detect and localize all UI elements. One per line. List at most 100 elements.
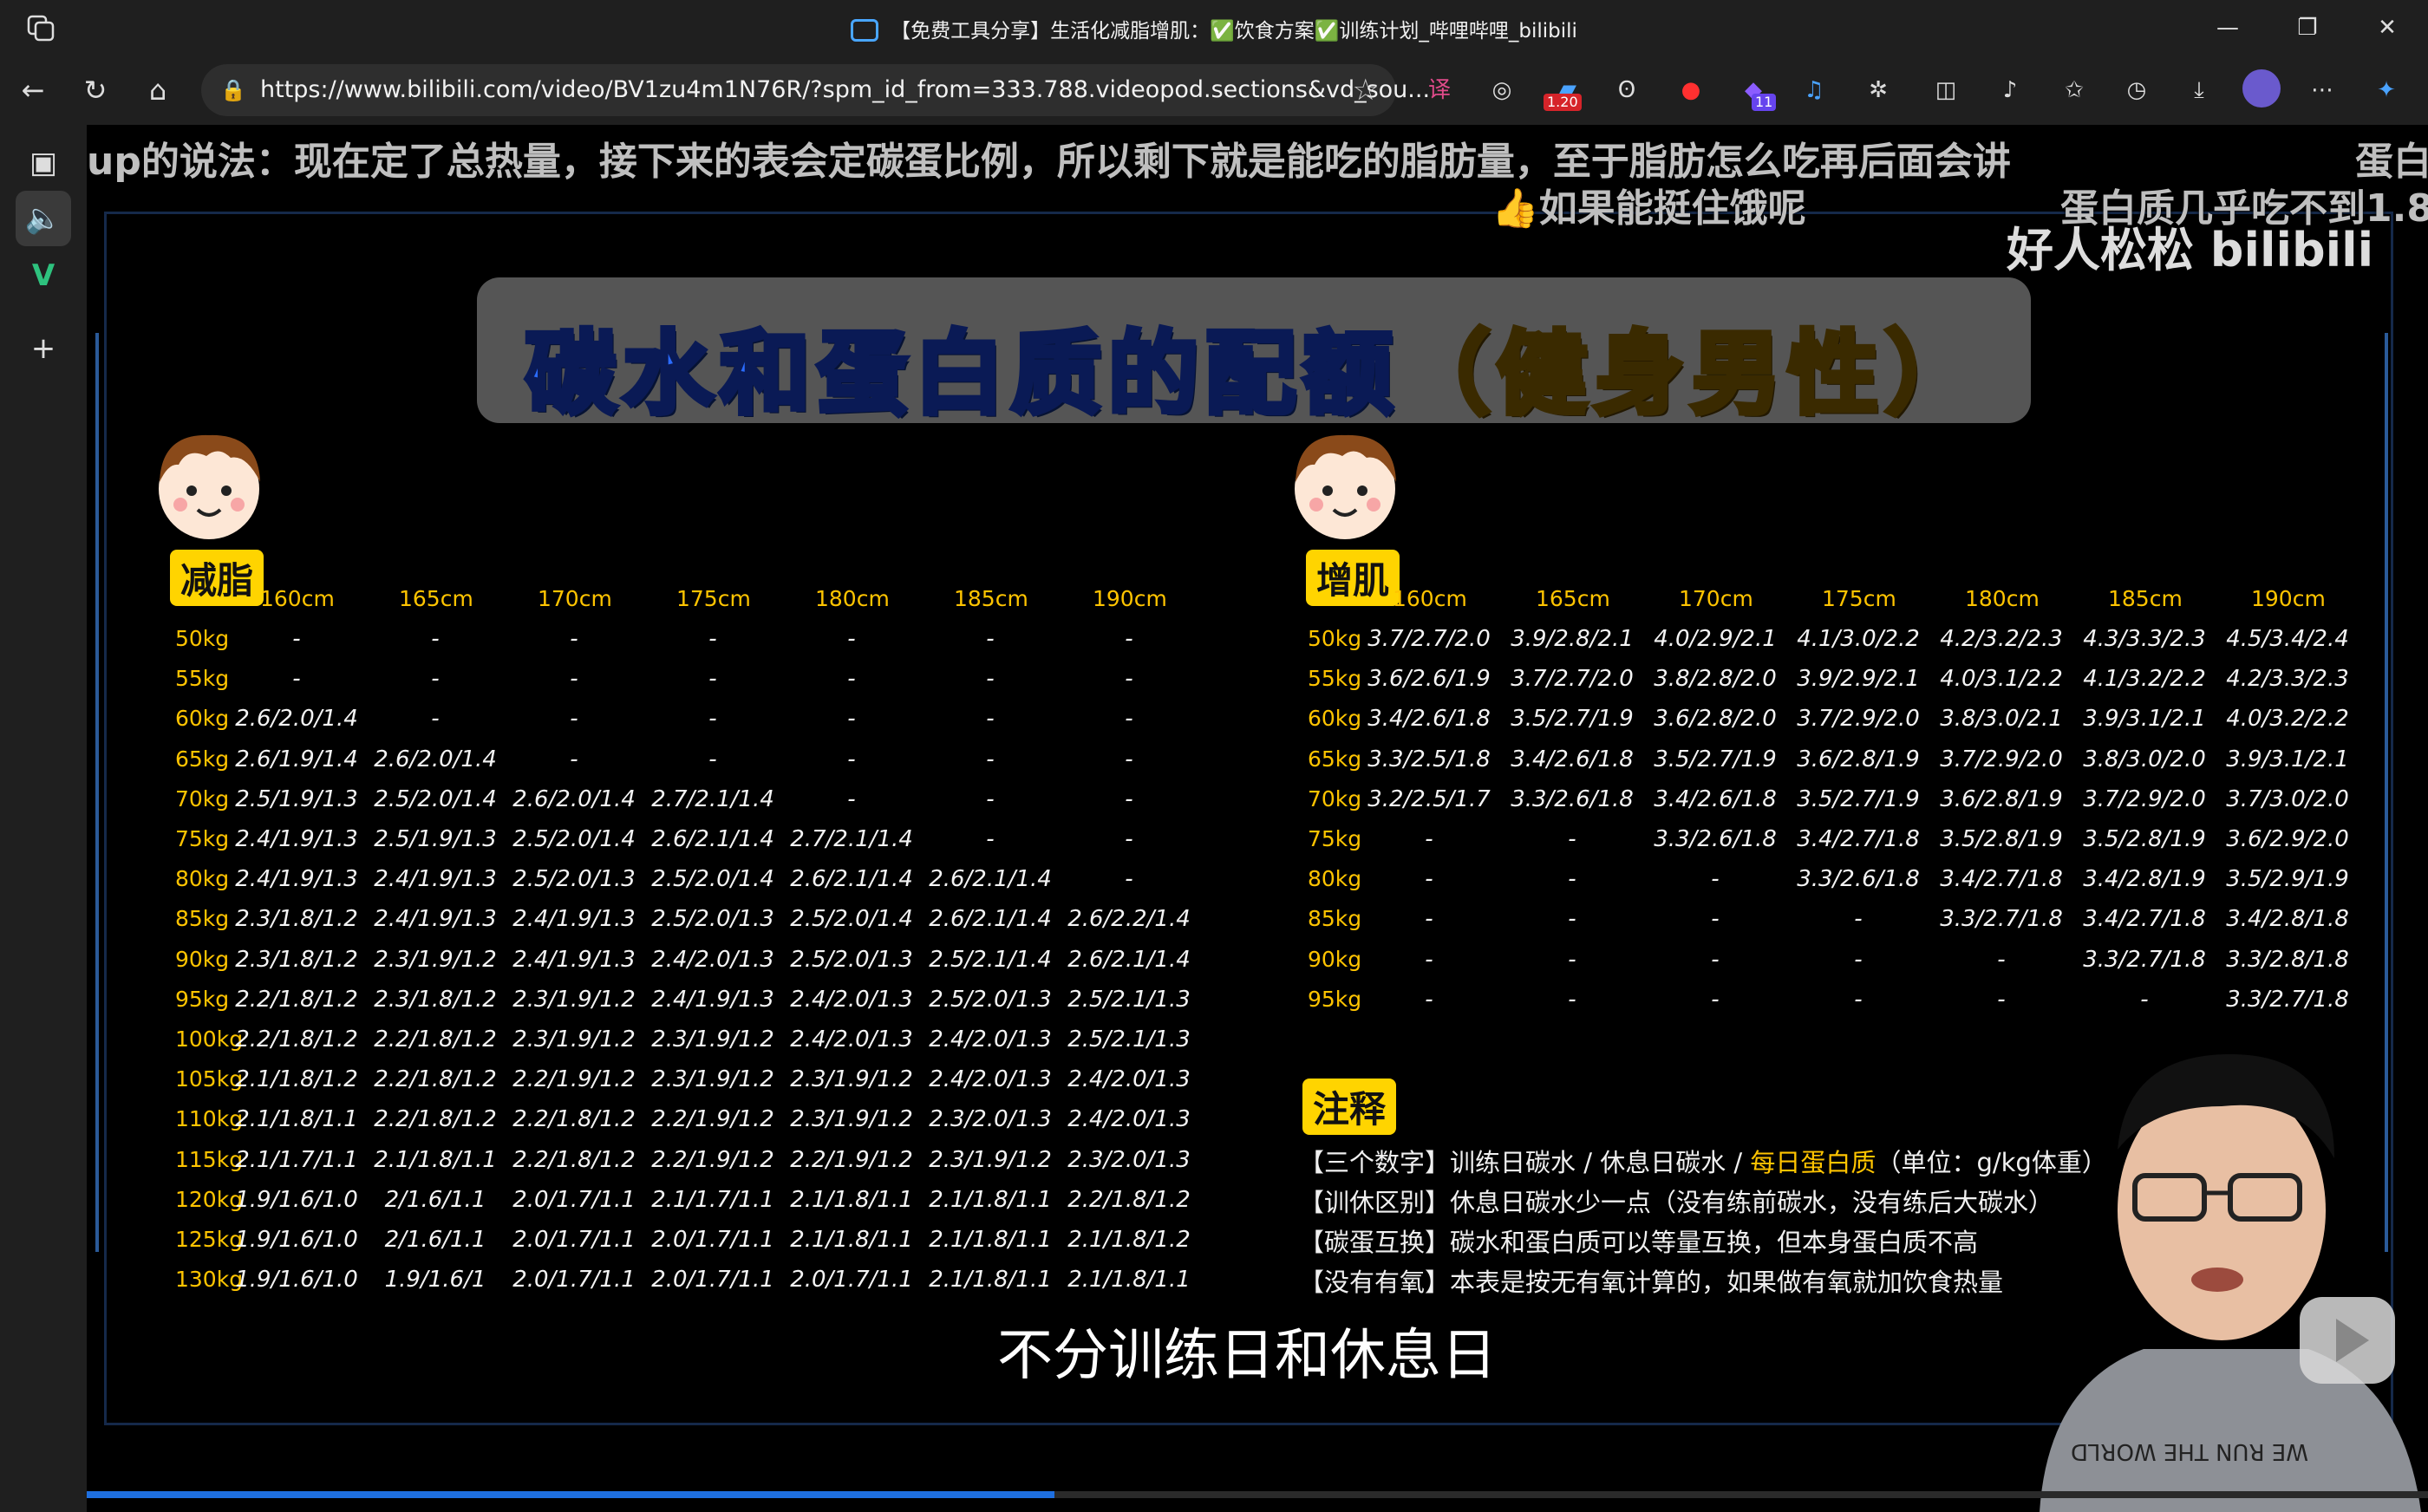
owl-extension-icon[interactable]: ʘ: [1608, 71, 1646, 109]
table-cell: 3.3/2.8/1.8: [2226, 946, 2349, 973]
table-cell: -: [1125, 866, 1133, 893]
table-cell: 3.3/2.7/1.8: [2226, 986, 2349, 1013]
stop-extension-icon[interactable]: ●: [1672, 71, 1710, 109]
table-cell: 4.5/3.4/2.4: [2226, 626, 2349, 652]
title-plan: 训练计划: [1339, 20, 1420, 42]
table-cell: 4.1/3.2/2.2: [2083, 666, 2206, 693]
note-line: 【三个数字】训练日碳水 / 休息日碳水 / 每日蛋白质（单位：g/kg体重）: [1299, 1143, 2107, 1183]
table-cell: 2.1/1.8/1.2: [1067, 1227, 1191, 1253]
table-cell: 2.4/1.9/1.3: [651, 986, 774, 1013]
table-cell: 2.6/1.9/1.4: [235, 746, 358, 772]
height-column-header: 185cm: [2108, 586, 2183, 611]
table-cell: -: [708, 666, 717, 693]
copilot-icon[interactable]: ✦: [2367, 71, 2405, 109]
weight-row-label: 85kg: [1308, 906, 1362, 932]
more-menu-icon[interactable]: ⋯: [2303, 71, 2341, 109]
weight-row-label: 50kg: [175, 626, 230, 651]
table-cell: 2.0/1.7/1.1: [512, 1267, 636, 1294]
tab-actions-icon[interactable]: ▣: [16, 135, 71, 191]
table-cell: 2.2/1.8/1.2: [512, 1106, 636, 1133]
close-button[interactable]: ✕: [2367, 9, 2407, 47]
table-cell: 3.4/2.7/1.8: [2083, 906, 2206, 933]
downloads-icon[interactable]: ⤓: [2180, 71, 2218, 109]
title-prefix: 【免费工具分享】生活化减脂增肌：: [891, 20, 1211, 42]
table-cell: 2.4/1.9/1.3: [235, 866, 358, 893]
weight-row-label: 75kg: [175, 826, 230, 851]
table-cell: -: [1425, 946, 1433, 973]
table-cell: -: [1711, 906, 1720, 933]
translate-extension-icon[interactable]: 译: [1420, 71, 1459, 109]
history-icon[interactable]: ◷: [2118, 71, 2156, 109]
table-cell: 2.5/2.0/1.3: [790, 946, 913, 973]
table-cell: 2.0/1.7/1.1: [512, 1186, 636, 1213]
table-cell: 3.5/2.7/1.9: [1797, 785, 1920, 812]
extensions-puzzle-icon[interactable]: ✲: [1859, 71, 1897, 109]
table-cell: 2.1/1.8/1.1: [790, 1186, 913, 1213]
lock-icon[interactable]: 🔒: [220, 77, 246, 103]
table-cell: 2.3/2.0/1.3: [929, 1106, 1052, 1133]
url-text[interactable]: https://www.bilibili.com/video/BV1zu4m1N…: [260, 76, 1430, 103]
table-cell: -: [1425, 986, 1433, 1013]
table-cell: 2.5/2.0/1.4: [374, 785, 497, 812]
table-cell: 2.4/2.0/1.3: [929, 1066, 1052, 1093]
favorite-star-icon[interactable]: ☆: [1353, 73, 1379, 108]
speaker-icon[interactable]: 🔈: [16, 191, 71, 246]
video-player[interactable]: up的说法：现在定了总热量，接下来的表会定碳蛋比例，所以剩下就是能吃的脂肪量，至…: [87, 125, 2428, 1512]
video-progress-bar[interactable]: [87, 1491, 2428, 1498]
back-arrow-icon[interactable]: ←: [14, 71, 52, 109]
table-cell: 2.2/1.8/1.2: [374, 1106, 497, 1133]
table-cell: 3.8/3.0/2.0: [2083, 746, 2206, 772]
table-cell: 2.3/1.9/1.2: [512, 986, 636, 1013]
table-cell: -: [570, 626, 578, 652]
table-cell: 3.2/2.5/1.7: [1367, 785, 1491, 812]
weight-row-label: 60kg: [175, 706, 230, 732]
table-cell: 3.4/2.7/1.8: [1797, 826, 1920, 852]
table-cell: 2.1/1.7/1.1: [235, 1146, 358, 1173]
vue-devtools-icon[interactable]: V: [16, 248, 71, 303]
table-cell: 3.9/2.9/2.1: [1797, 666, 1920, 693]
table-cell: -: [1568, 906, 1576, 933]
height-column-header: 180cm: [1965, 586, 2040, 611]
home-icon[interactable]: ⌂: [139, 71, 177, 109]
table-cell: 2.4/1.9/1.3: [235, 826, 358, 852]
table-cell: 2.6/2.1/1.4: [651, 826, 774, 852]
notes-panel: 【三个数字】训练日碳水 / 休息日碳水 / 每日蛋白质（单位：g/kg体重） 【…: [1299, 1143, 2107, 1302]
address-bar[interactable]: 🔒 https://www.bilibili.com/video/BV1zu4m…: [201, 64, 1430, 116]
glasses-extension-icon[interactable]: ◎: [1483, 71, 1521, 109]
table-cell: 2.5/2.0/1.3: [929, 986, 1052, 1013]
restore-button[interactable]: ❐: [2288, 9, 2327, 47]
read-aloud-icon[interactable]: ♪: [1991, 71, 2029, 109]
table-cell: 3.6/2.8/1.9: [1940, 785, 2063, 812]
table-cell: 3.8/2.8/2.0: [1654, 666, 1777, 693]
table-cell: -: [1125, 826, 1133, 852]
browser-sidebar: ▣ 🔈 V +: [0, 125, 87, 1512]
height-column-header: 180cm: [815, 586, 890, 611]
table-cell: 2.1/1.8/1.1: [790, 1227, 913, 1253]
cartoon-boy-avatar: [1295, 434, 1396, 539]
table-cell: 3.9/2.8/2.1: [1511, 626, 1634, 652]
favorites-icon[interactable]: ✩: [2055, 71, 2093, 109]
weight-row-label: 70kg: [1308, 785, 1362, 811]
table-cell: 2.2/1.8/1.2: [1067, 1186, 1191, 1213]
cartoon-boy-avatar: [159, 434, 260, 539]
table-cell: 2.5/2.0/1.3: [512, 866, 636, 893]
table-cell: -: [986, 746, 995, 772]
danmaku-comment: 👍如果能挺住饿呢: [1491, 186, 1806, 231]
banner-title-yellow: （健身男性）: [1397, 318, 1983, 429]
add-sidebar-item-icon[interactable]: +: [16, 321, 71, 376]
refresh-icon[interactable]: ↻: [76, 71, 114, 109]
table-cell: 3.6/2.8/1.9: [1797, 746, 1920, 772]
table-cell: 3.7/3.0/2.0: [2226, 785, 2349, 812]
height-column-header: 165cm: [1536, 586, 1610, 611]
split-screen-icon[interactable]: ◫: [1927, 71, 1965, 109]
weight-row-label: 60kg: [1308, 706, 1362, 732]
table-cell: -: [986, 706, 995, 733]
table-cell: 2.5/1.9/1.3: [374, 826, 497, 852]
music-extension-icon[interactable]: ♫: [1795, 71, 1833, 109]
minimize-button[interactable]: —: [2208, 9, 2248, 47]
profile-avatar[interactable]: [2242, 69, 2281, 108]
table-cell: 2.4/2.0/1.3: [1067, 1106, 1191, 1133]
bilibili-tab-icon: [851, 18, 879, 42]
table-cell: -: [1568, 826, 1576, 852]
height-column-header: 185cm: [954, 586, 1028, 611]
